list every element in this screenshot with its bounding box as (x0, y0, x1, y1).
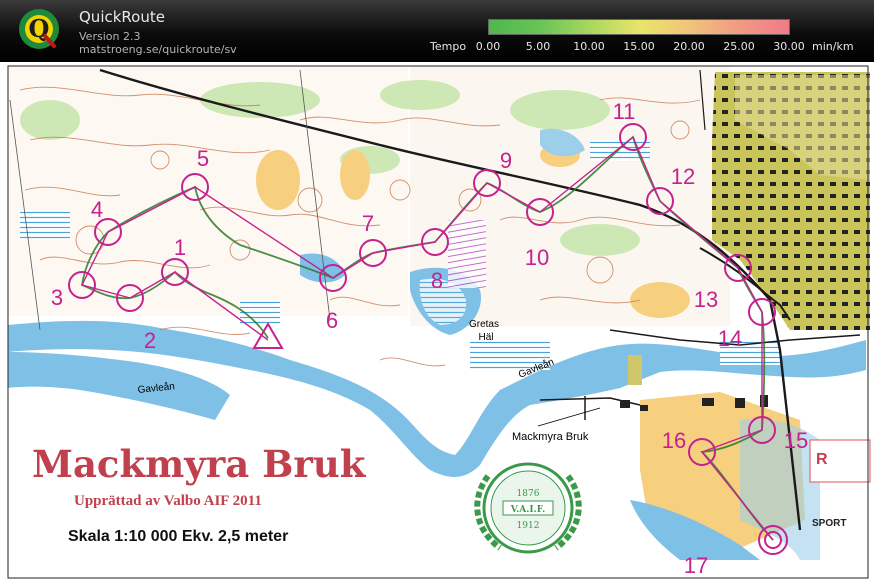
quickroute-window: Q QuickRoute Version 2.3 matstroeng.se/q… (0, 0, 874, 583)
sport-label: SPORT (812, 518, 846, 529)
seal-year-bottom: 1912 (517, 521, 540, 531)
label-mackmyra-bruk: Mackmyra Bruk (512, 431, 589, 443)
control-number-6: 6 (326, 308, 338, 333)
app-version: Version 2.3 (79, 30, 141, 43)
tempo-color-scale (488, 19, 790, 35)
tempo-tick: 0.00 (475, 40, 501, 53)
label-gretas: Gretas (469, 319, 499, 330)
control-number-13: 13 (694, 287, 718, 312)
control-number-12: 12 (671, 164, 695, 189)
map-title: Mackmyra Bruk (32, 442, 367, 486)
quickroute-logo-icon: Q (19, 9, 59, 49)
control-number-4: 4 (91, 197, 103, 222)
control-number-3: 3 (51, 285, 63, 310)
app-title: QuickRoute (79, 8, 165, 26)
seal-initials: V.A.I.F. (510, 505, 546, 515)
control-number-11: 11 (613, 99, 636, 124)
tempo-tick: 10.00 (573, 40, 605, 53)
r-label: R (816, 451, 828, 468)
control-number-16: 16 (662, 428, 686, 453)
tempo-tick: 20.00 (673, 40, 705, 53)
control-number-1: 1 (174, 235, 186, 260)
orienteering-map[interactable]: Gretas Häl Gavleån Gavleån Mackmyra Bruk… (0, 62, 874, 583)
app-url[interactable]: matstroeng.se/quickroute/sv (79, 43, 237, 56)
app-header: Q QuickRoute Version 2.3 matstroeng.se/q… (0, 0, 874, 62)
tempo-unit: min/km (812, 40, 854, 53)
map-scale: Skala 1:10 000 Ekv. 2,5 meter (68, 528, 288, 545)
tempo-tick: 25.00 (723, 40, 755, 53)
tempo-tick: 5.00 (525, 40, 551, 53)
tempo-tick: 15.00 (623, 40, 655, 53)
control-number-8: 8 (431, 268, 443, 293)
control-number-5: 5 (197, 146, 209, 171)
seal-year-top: 1876 (517, 489, 540, 499)
control-number-15: 15 (784, 428, 808, 453)
tempo-tick: 30.00 (773, 40, 805, 53)
control-number-17: 17 (684, 553, 708, 578)
map-subtitle: Upprättad av Valbo AIF 2011 (74, 493, 262, 509)
tempo-label: Tempo (430, 40, 467, 53)
control-number-2: 2 (144, 328, 156, 353)
restricted-area (448, 220, 486, 288)
control-number-9: 9 (500, 148, 512, 173)
map-canvas[interactable]: Gretas Häl Gavleån Gavleån Mackmyra Bruk… (0, 62, 874, 583)
control-number-10: 10 (525, 245, 549, 270)
label-hal: Häl (478, 332, 493, 343)
control-number-7: 7 (362, 211, 374, 236)
control-number-14: 14 (718, 326, 742, 351)
